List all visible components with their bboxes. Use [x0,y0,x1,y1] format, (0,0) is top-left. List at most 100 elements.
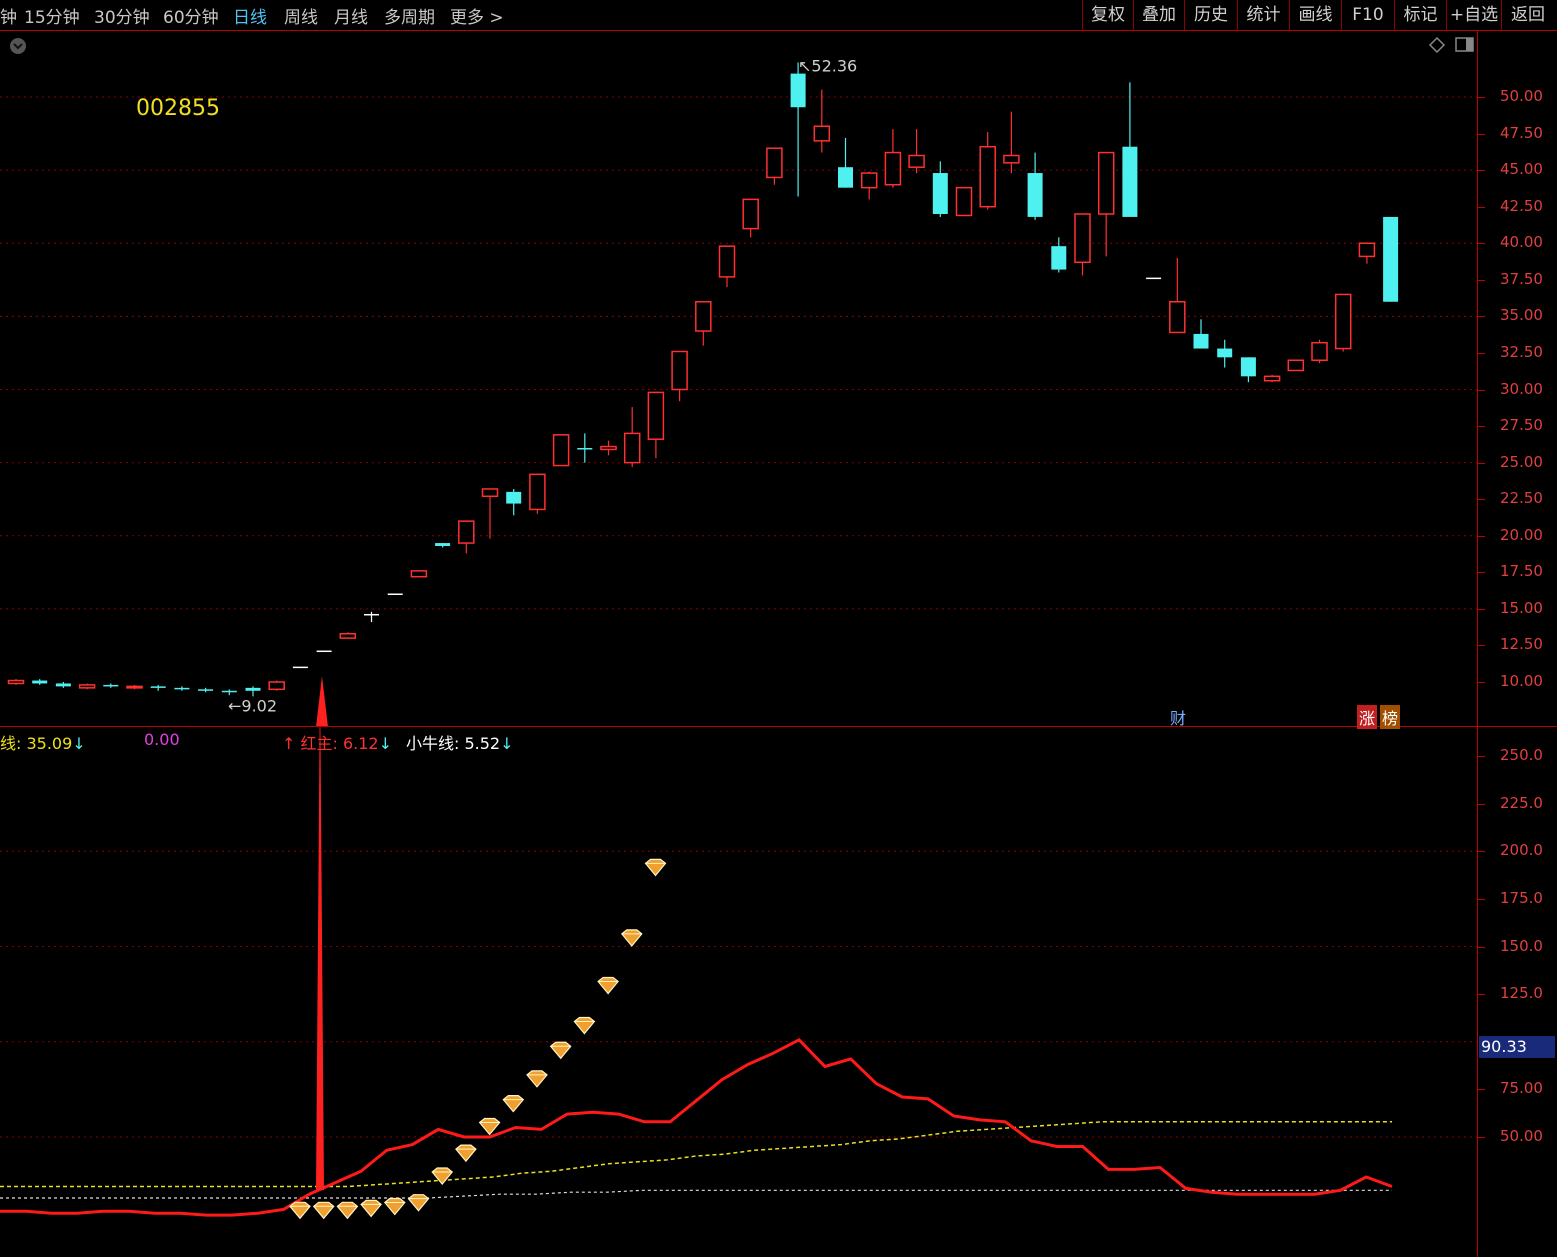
legend-line4: 小牛线: 5.52↓ [406,730,514,754]
gem-shape [620,929,643,947]
tick-mark [1477,1137,1485,1138]
gem-icon [644,858,667,877]
period-tab-15min[interactable]: 15分钟 [24,3,80,28]
tick-mark [1477,851,1485,853]
candle-body [813,125,831,142]
period-tab-monthly[interactable]: 月线 [334,3,368,28]
period-tab-more[interactable]: 更多 > [450,3,504,28]
tick-mark [1477,133,1485,135]
mark-button[interactable]: 标记 [1394,0,1446,30]
candle-body [884,151,902,186]
gem-shape [407,1194,430,1212]
tick-mark [1477,426,1485,428]
candle-body [1122,146,1138,217]
arrow-down-icon: ↓ [72,734,86,753]
gem-shape [597,976,619,995]
candle-body [126,685,143,689]
tick-mark [1477,1089,1485,1091]
gem-shape [526,1070,548,1088]
period-tab-60min[interactable]: 60分钟 [163,3,219,28]
period-tab-weekly[interactable]: 周线 [284,3,318,28]
candle-body [78,684,96,689]
gem-shape [502,1095,525,1113]
overlay-button[interactable]: 叠加 [1133,0,1184,30]
add-watchlist-button[interactable]: +自选 [1446,0,1501,30]
annotation-arrow [316,727,324,1190]
price-tick-label: 20.00 [1500,525,1543,544]
gem-icon [360,1199,382,1218]
gem-icon [336,1201,359,1220]
candle-body [623,432,641,464]
candle-body [103,684,119,687]
price-tick-label: 30.00 [1500,379,1543,398]
legend-line3-value: 红主: 6.12 [300,734,379,753]
stats-button[interactable]: 统计 [1237,0,1289,30]
candle-body [410,570,428,578]
f10-button[interactable]: F10 [1341,0,1394,30]
history-button[interactable]: 历史 [1184,0,1237,30]
finance-badge[interactable]: 财 [1168,705,1188,729]
back-button[interactable]: 返回 [1501,0,1554,30]
limit-up-badge[interactable]: 涨 [1357,705,1378,729]
tick-mark [1477,389,1485,391]
candle-body [174,687,190,690]
gem-shape [289,1201,311,1220]
gem-icon [407,1194,430,1212]
candle-body [908,154,925,168]
period-tab-daily[interactable]: 日线 [233,3,267,28]
candle-body [838,167,853,188]
fuquan-button[interactable]: 复权 [1082,0,1133,30]
price-tick-label: 40.00 [1500,233,1543,252]
tick-mark [1477,352,1485,354]
price-tick-label: 22.50 [1500,489,1543,508]
gem-icon [383,1197,406,1216]
indicator-tick-label: 150.0 [1500,936,1543,955]
candle-body [1027,173,1043,217]
period-tab-multi[interactable]: 多周期 [384,3,435,28]
gem-icon [289,1201,311,1220]
ma-white-line [0,1189,1392,1199]
indicator-tick-label: 125.0 [1500,984,1543,1003]
candle-body [1263,375,1281,382]
candle-body [221,690,237,693]
candle-body [150,686,166,688]
arrow-down-icon: ↓ [378,734,393,753]
gem-shape [644,858,667,877]
candle-body [458,520,475,544]
current-value-tag: 90.33 [1479,1036,1555,1058]
arrow-down-icon: ↓ [500,734,514,753]
tick-mark [1477,170,1485,172]
tick-mark [1477,994,1485,996]
price-tick-label: 12.50 [1500,635,1543,654]
gem-shape [312,1201,335,1220]
legend-line3: ↑ 红主: 6.12↓ [282,730,392,754]
legend-line1-value: 线: 35.09 [0,734,73,753]
candle-body [790,73,806,108]
candle-body [1217,348,1233,358]
candle-body [695,301,712,332]
tick-mark [1477,279,1485,281]
tick-mark [1477,898,1485,900]
price-tick-label: 35.00 [1500,306,1543,325]
candle-body [1003,154,1020,164]
candle-body [577,448,593,450]
candle-body [860,172,878,189]
candle-body [268,681,285,691]
period-tab-min[interactable]: 钟 [0,3,17,28]
candle-body [55,683,71,687]
draw-line-button[interactable]: 画线 [1289,0,1341,30]
candle-body [1193,333,1209,349]
tick-mark [1477,243,1485,245]
gem-shape [549,1041,572,1060]
period-tab-30min[interactable]: 30分钟 [94,3,150,28]
candle-body [481,488,499,498]
gem-icon [455,1144,477,1163]
rank-badge[interactable]: 榜 [1380,705,1401,729]
indicator-tick-label: 200.0 [1500,841,1543,860]
candle-body [529,473,546,511]
gem-shape [431,1167,454,1185]
candle-body [742,198,759,230]
candlestick-chart: ↖52.36 ←9.02 [0,56,1477,726]
candle-body [932,173,948,214]
candle-body [600,445,617,451]
